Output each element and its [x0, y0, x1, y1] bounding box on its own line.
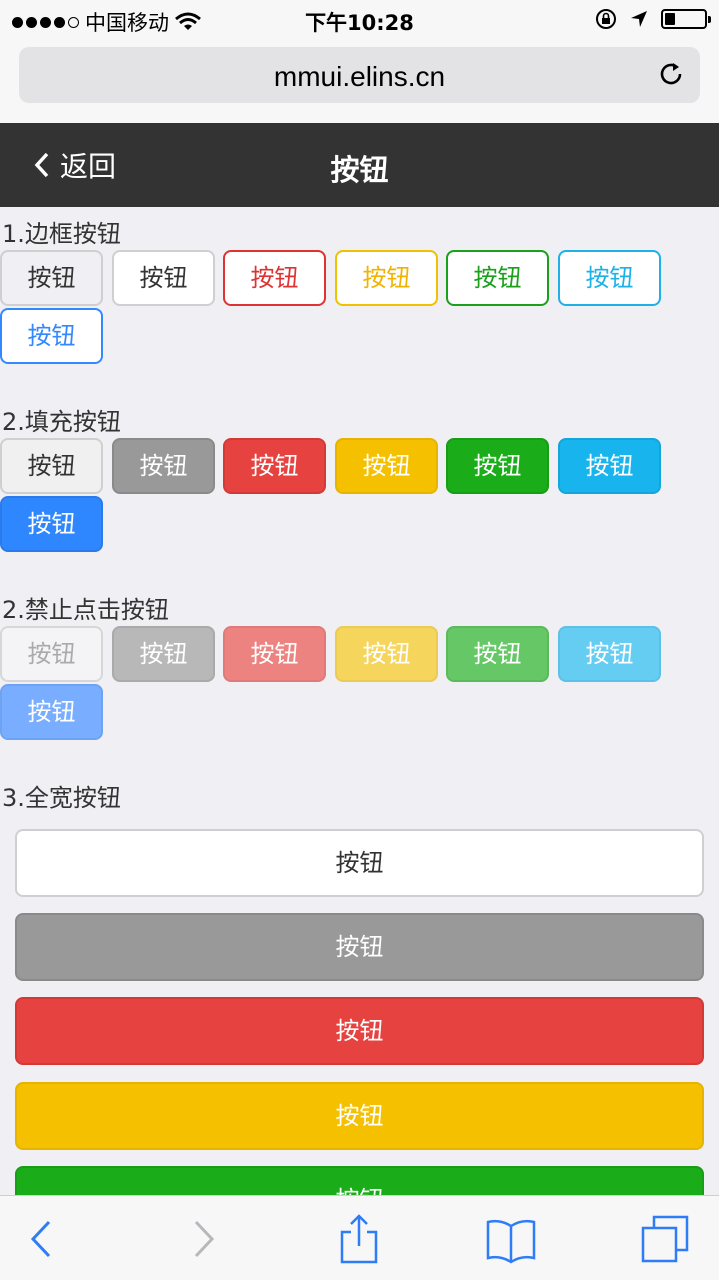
section-title-fullwidth: 3.全宽按钮: [2, 784, 121, 812]
status-bar: 中国移动 下午10:28: [0, 0, 719, 40]
outline-button-default[interactable]: 按钮: [0, 250, 103, 306]
disabled-button-default: 按钮: [0, 626, 103, 682]
filled-button-blue[interactable]: 按钮: [0, 496, 103, 552]
section-title-disabled: 2.禁止点击按钮: [2, 596, 169, 624]
filled-button-green[interactable]: 按钮: [446, 438, 549, 494]
filled-button-yellow[interactable]: 按钮: [335, 438, 438, 494]
back-arrow-icon[interactable]: [17, 1214, 67, 1264]
page-header: 返回 按钮: [0, 123, 719, 207]
forward-arrow-icon[interactable]: [178, 1214, 228, 1264]
outline-button-blue[interactable]: 按钮: [0, 308, 103, 364]
disabled-button-red: 按钮: [223, 626, 326, 682]
disabled-button-gray: 按钮: [112, 626, 215, 682]
disabled-button-yellow: 按钮: [335, 626, 438, 682]
browser-address-area: mmui.elins.cn: [0, 40, 719, 123]
section-title-outline: 1.边框按钮: [2, 220, 121, 248]
outline-button-white[interactable]: 按钮: [112, 250, 215, 306]
battery-icon: [661, 9, 711, 29]
fullwidth-button-green[interactable]: 按钮: [15, 1166, 704, 1195]
status-right: [595, 8, 711, 30]
location-icon: [631, 11, 647, 27]
bookmarks-icon[interactable]: [486, 1214, 536, 1264]
filled-button-gray[interactable]: 按钮: [112, 438, 215, 494]
outline-button-yellow[interactable]: 按钮: [335, 250, 438, 306]
orientation-lock-icon: [596, 9, 616, 29]
section-title-filled: 2.填充按钮: [2, 408, 121, 436]
fullwidth-button-white[interactable]: 按钮: [15, 829, 704, 897]
browser-toolbar: [0, 1195, 719, 1280]
filled-button-red[interactable]: 按钮: [223, 438, 326, 494]
filled-button-default[interactable]: 按钮: [0, 438, 103, 494]
disabled-button-cyan: 按钮: [558, 626, 661, 682]
disabled-button-blue: 按钮: [0, 684, 103, 740]
fullwidth-button-red[interactable]: 按钮: [15, 997, 704, 1065]
tabs-icon[interactable]: [640, 1214, 690, 1264]
share-icon[interactable]: [334, 1214, 384, 1264]
main-content: 1.边框按钮 按钮 按钮 按钮 按钮 按钮 按钮 按钮 2.填充按钮 按钮 按钮…: [0, 207, 719, 1195]
page-title: 按钮: [330, 153, 389, 187]
fullwidth-button-yellow[interactable]: 按钮: [15, 1082, 704, 1150]
fullwidth-button-gray[interactable]: 按钮: [15, 913, 704, 981]
outline-button-cyan[interactable]: 按钮: [558, 250, 661, 306]
url-text: mmui.elins.cn: [273, 61, 446, 92]
reload-icon[interactable]: [656, 59, 686, 89]
outline-button-green[interactable]: 按钮: [446, 250, 549, 306]
outline-button-red[interactable]: 按钮: [223, 250, 326, 306]
disabled-button-green: 按钮: [446, 626, 549, 682]
address-bar[interactable]: mmui.elins.cn: [19, 47, 700, 103]
filled-button-cyan[interactable]: 按钮: [558, 438, 661, 494]
